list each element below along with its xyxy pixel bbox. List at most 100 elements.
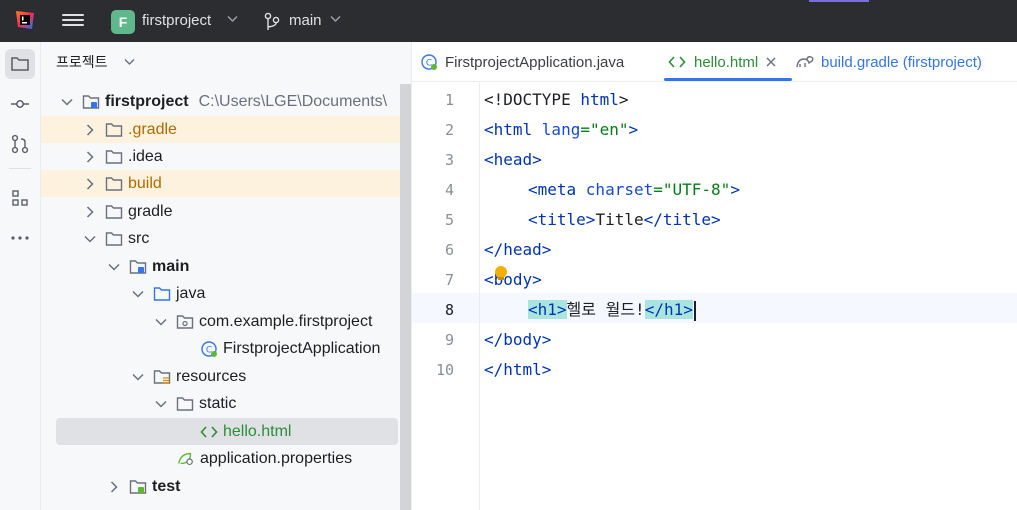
tab-firstproject-application[interactable]: C FirstprojectApplication.java [420,42,624,82]
line-number: 4 [444,181,454,199]
tree-item-hello-html[interactable]: hello.html [56,418,398,445]
code-line-5[interactable]: <title>Title</title> [528,205,721,235]
title-accent-line [809,0,869,2]
text-caret [693,300,696,321]
current-line-highlight [412,293,1017,323]
folder-icon [105,230,123,248]
folder-icon [176,395,194,413]
code-line-3[interactable]: <head> [484,145,542,175]
line-number: 9 [444,331,454,349]
commit-tool-button[interactable] [5,89,35,119]
tree-item-build[interactable]: build [41,170,400,197]
close-icon[interactable] [766,57,776,67]
tab-hello-html[interactable]: hello.html [668,42,776,82]
code-line-6[interactable]: </head> [484,235,551,265]
main-menu-icon[interactable] [62,11,84,31]
code-line-8[interactable]: <h1>헬로 월드!</h1> [528,295,696,325]
branch-selector[interactable]: main [289,12,322,29]
more-tools-button[interactable] [5,223,35,253]
code-line-2[interactable]: <html lang="en"> [484,115,638,145]
chevron-down-icon[interactable] [108,261,120,273]
more-icon [11,236,29,240]
code-line-9[interactable]: </body> [484,325,551,355]
chevron-down-icon[interactable] [330,15,341,23]
tree-item-firstproject-application[interactable]: C FirstprojectApplication [41,335,400,362]
line-number: 2 [444,121,454,139]
tree-item-test[interactable]: test [41,473,400,500]
html-icon [668,56,686,68]
project-panel-title[interactable]: 프로젝트 [56,52,108,72]
line-number: 6 [444,241,454,259]
project-tool-button[interactable] [5,49,35,79]
tab-build-gradle[interactable]: build.gradle (firstproject) [795,42,982,82]
tree-item-resources[interactable]: resources [41,363,400,390]
html-icon [200,423,218,441]
folder-icon [105,121,123,139]
active-tab-indicator [664,78,792,81]
code-line-4[interactable]: <meta charset="UTF-8"> [528,175,740,205]
line-number: 5 [444,211,454,229]
branch-icon[interactable] [263,12,281,32]
line-number: 10 [435,361,454,379]
code-line-1[interactable]: <!DOCTYPE html> [484,85,629,115]
matched-tag-open: <h1> [528,300,567,319]
structure-tool-button[interactable] [5,183,35,213]
line-number-gutter: 1 2 3 4 5 6 7 8 9 10 [412,83,480,510]
chevron-down-icon[interactable] [132,371,144,383]
chevron-right-icon[interactable] [84,123,96,136]
chevron-down-icon[interactable] [84,233,96,245]
line-number: 7 [444,271,454,289]
module-folder-icon [82,93,100,111]
project-panel: 프로젝트 firstproject C:\Users\LGE\Documents… [41,42,412,510]
code-line-10[interactable]: </html> [484,355,551,385]
matched-tag-close: </h1> [644,300,693,319]
chevron-right-icon[interactable] [108,480,120,493]
chevron-down-icon[interactable] [132,288,144,300]
chevron-down-icon[interactable] [155,398,167,410]
toolstrip-divider [9,168,31,169]
tree-item-firstproject[interactable]: firstproject C:\Users\LGE\Documents\ [41,88,400,115]
pull-requests-icon [11,134,29,154]
title-bar: F firstproject main [0,0,1017,42]
tree-item-java[interactable]: java [41,280,400,307]
chevron-down-icon[interactable] [227,15,238,23]
tree-item-idea[interactable]: .idea [41,143,400,170]
source-folder-icon [153,285,171,303]
tree-item-package[interactable]: com.example.firstproject [41,308,400,335]
folder-icon [105,175,123,193]
chevron-down-icon[interactable] [61,96,73,108]
folder-icon [105,148,123,166]
pull-requests-tool-button[interactable] [5,129,35,159]
chevron-right-icon[interactable] [84,177,96,190]
structure-icon [12,190,28,206]
tree-item-application-properties[interactable]: application.properties [41,445,400,472]
intention-bulb-base [498,277,504,280]
line-number: 3 [444,151,454,169]
folder-icon [105,203,123,221]
code-line-7[interactable]: <body> [484,265,542,295]
project-selector[interactable]: firstproject [142,12,211,29]
project-badge[interactable]: F [111,10,135,34]
chevron-right-icon[interactable] [84,205,96,218]
tree-item-main[interactable]: main [41,253,400,280]
project-panel-scrollbar[interactable] [400,84,411,510]
properties-icon [177,450,195,468]
line-number-current: 8 [444,301,454,319]
line-number: 1 [444,91,454,109]
gradle-icon [796,56,814,68]
module-folder-icon [129,478,147,496]
chevron-right-icon[interactable] [84,150,96,163]
spring-class-icon: C [421,54,437,70]
tree-item-gradle[interactable]: gradle [41,198,400,225]
commit-icon [11,100,29,108]
editor-area: C FirstprojectApplication.java hello.htm… [412,42,1017,510]
chevron-down-icon[interactable] [124,58,135,66]
package-icon [176,313,194,331]
intellij-logo-icon[interactable] [14,9,36,31]
tool-window-strip [0,42,41,510]
tree-item-static[interactable]: static [41,390,400,417]
chevron-down-icon[interactable] [155,316,167,328]
folder-icon [11,57,29,71]
tree-item-src[interactable]: src [41,225,400,252]
tree-item-gradle-dir[interactable]: .gradle [41,116,400,143]
